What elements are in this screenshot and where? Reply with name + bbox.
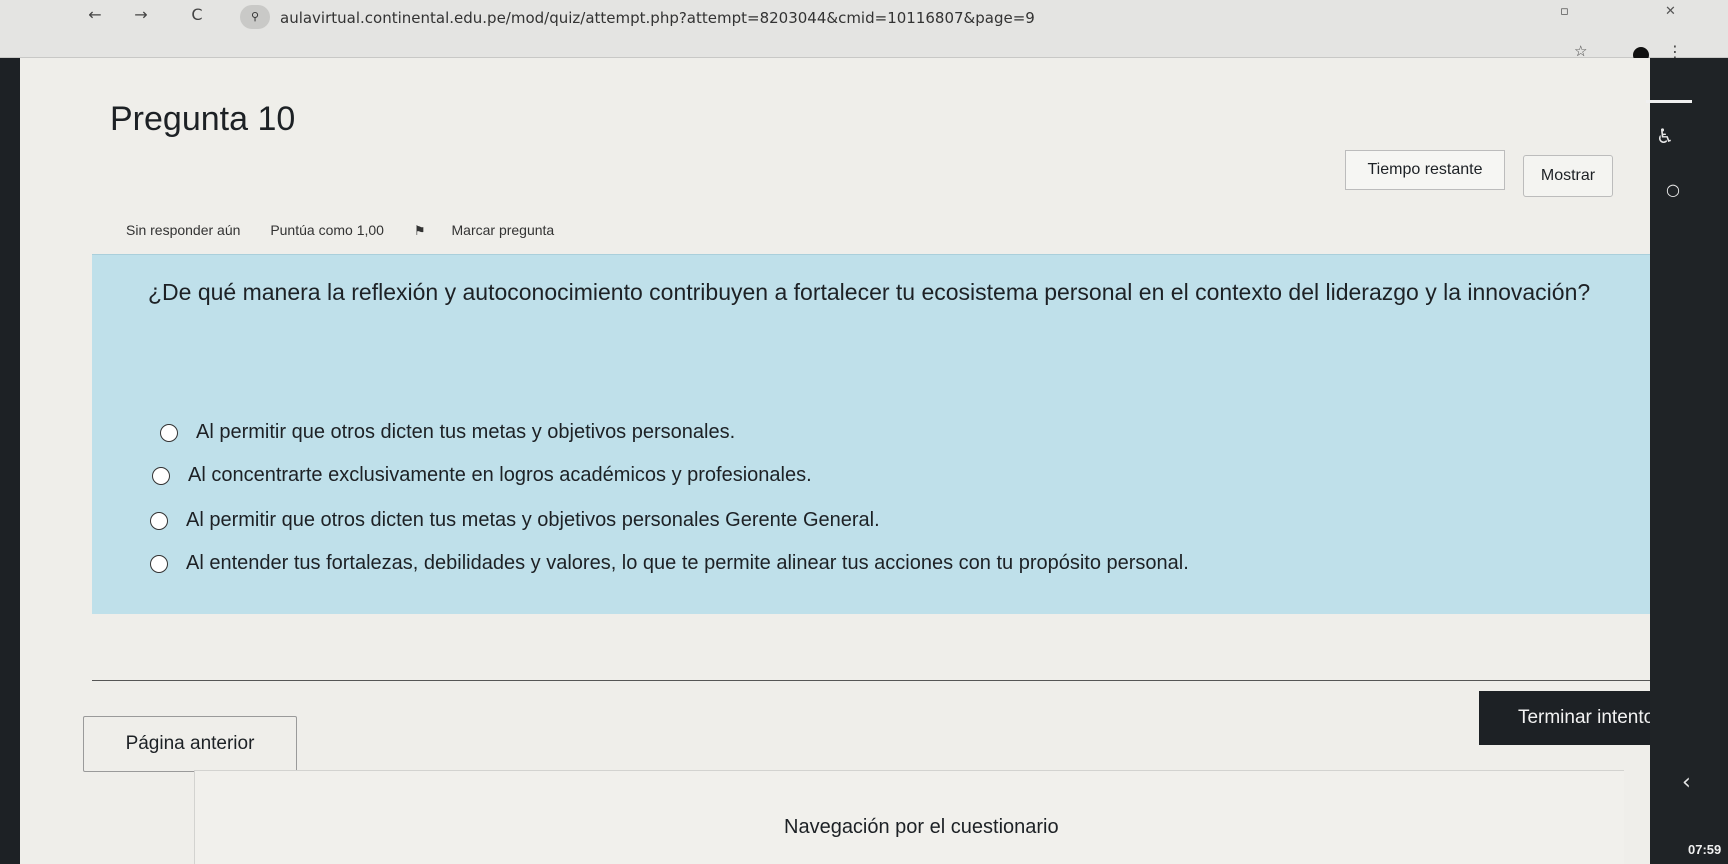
clock: 07:59 xyxy=(1688,842,1722,857)
close-window-icon[interactable]: ✕ xyxy=(1665,4,1676,19)
radio-button[interactable] xyxy=(152,466,170,485)
quiz-navigation-title: Navegación por el cuestionario xyxy=(784,816,1059,838)
divider xyxy=(92,680,1700,681)
address-bar[interactable]: aulavirtual.continental.edu.pe/mod/quiz/… xyxy=(280,5,1380,31)
flag-question-label: Marcar pregunta xyxy=(451,222,555,238)
answer-option-3[interactable]: Al permitir que otros dicten tus metas y… xyxy=(150,509,880,532)
restore-window-icon[interactable]: ▫ xyxy=(1560,4,1569,19)
question-title: Pregunta 10 xyxy=(110,100,296,138)
question-text: ¿De qué manera la reflexión y autoconoci… xyxy=(148,279,1591,305)
answer-label: Al entender tus fortalezas, debilidades … xyxy=(186,552,1189,574)
right-drawer xyxy=(1650,58,1728,864)
timer-label: Tiempo restante xyxy=(1345,150,1505,190)
radio-button[interactable] xyxy=(160,423,178,442)
forward-icon[interactable]: → xyxy=(128,4,154,26)
drawer-divider xyxy=(1646,100,1692,103)
back-icon[interactable]: ← xyxy=(82,4,108,26)
browser-toolbar: ← → C ⚲ aulavirtual.continental.edu.pe/m… xyxy=(0,0,1728,63)
chat-icon[interactable]: ○ xyxy=(1666,180,1680,199)
previous-page-button[interactable]: Página anterior xyxy=(83,716,297,772)
accessibility-icon[interactable]: ♿ xyxy=(1656,124,1674,148)
flag-question-link[interactable]: ⚑ Marcar pregunta xyxy=(414,222,580,238)
question-info: Sin responder aún Puntúa como 1,00 ⚑ Marc… xyxy=(126,222,606,239)
radio-button[interactable] xyxy=(150,554,168,573)
answer-label: Al concentrarte exclusivamente en logros… xyxy=(188,464,812,486)
question-points: Puntúa como 1,00 xyxy=(270,222,384,238)
collapse-drawer-icon[interactable]: ‹ xyxy=(1682,770,1691,795)
site-info-icon[interactable]: ⚲ xyxy=(240,5,270,29)
flag-icon: ⚑ xyxy=(413,223,426,238)
reload-icon[interactable]: C xyxy=(184,4,210,26)
question-status: Sin responder aún xyxy=(126,222,241,238)
radio-button[interactable] xyxy=(150,511,168,530)
answer-label: Al permitir que otros dicten tus metas y… xyxy=(196,421,736,443)
answer-label: Al permitir que otros dicten tus metas y… xyxy=(186,509,880,531)
answer-option-1[interactable]: Al permitir que otros dicten tus metas y… xyxy=(160,421,735,444)
show-timer-button[interactable]: Mostrar xyxy=(1523,155,1613,197)
answer-option-2[interactable]: Al concentrarte exclusivamente en logros… xyxy=(152,464,812,487)
answer-option-4[interactable]: Al entender tus fortalezas, debilidades … xyxy=(150,552,1189,575)
